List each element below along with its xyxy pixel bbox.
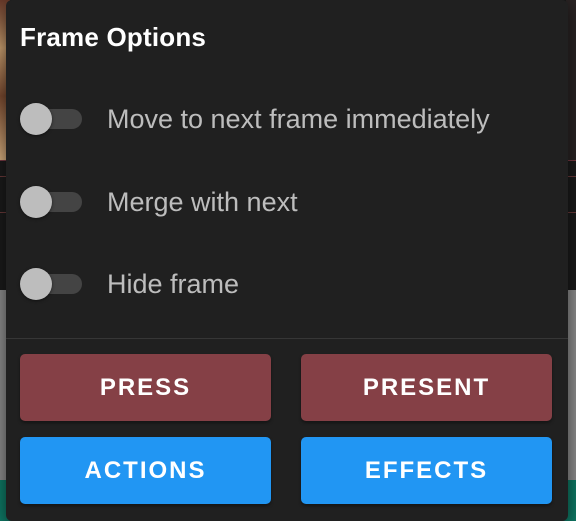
option-label: Move to next frame immediately [107,103,490,134]
actions-button[interactable]: ACTIONS [20,437,271,504]
option-label: Merge with next [107,186,298,217]
option-move-to-next-frame[interactable]: Move to next frame immediately [6,95,568,143]
move-to-next-frame-toggle[interactable] [20,99,84,139]
merge-with-next-toggle[interactable] [20,182,84,222]
toggle-thumb [20,103,52,135]
present-button[interactable]: PRESENT [301,354,552,421]
option-merge-with-next[interactable]: Merge with next [6,178,568,226]
option-hide-frame[interactable]: Hide frame [6,260,568,308]
press-button[interactable]: PRESS [20,354,271,421]
option-label: Hide frame [107,268,240,299]
toggle-thumb [20,186,52,218]
dialog-title: Frame Options [20,22,207,52]
dialog-divider [6,338,568,339]
toggle-thumb [20,268,52,300]
hide-frame-toggle[interactable] [20,264,84,304]
effects-button[interactable]: EFFECTS [301,437,552,504]
frame-options-dialog: Frame Options Move to next frame immedia… [6,0,568,521]
